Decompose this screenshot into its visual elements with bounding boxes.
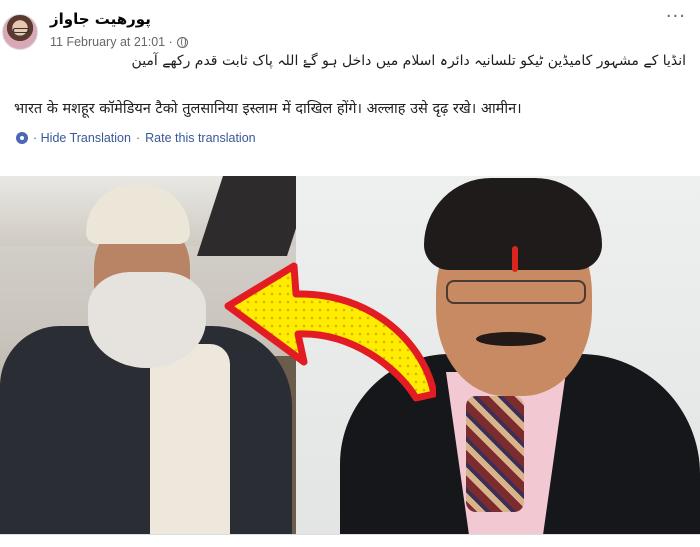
person-beard <box>88 272 206 368</box>
rate-translation-link[interactable]: Rate this translation <box>145 131 255 145</box>
hindi-translation-text: भारत के मशहूर कॉमेडियन टैको तुलसानिया इस… <box>14 101 522 117</box>
comedian-mustache <box>476 332 546 346</box>
post-timestamp[interactable]: 11 February at 21:01 · <box>50 35 173 49</box>
person-scarf <box>466 396 524 512</box>
yellow-arrow-icon <box>224 262 436 402</box>
urdu-post-text: انڈیا کے مشہور کامیڈین ٹیکو تلسانیہ دائر… <box>131 53 686 69</box>
avatar-glasses <box>13 28 29 33</box>
author-name[interactable]: پورھیت جاواز <box>50 10 151 28</box>
comedian-glasses <box>446 280 586 304</box>
globe-icon <box>176 36 188 48</box>
translation-controls: · Hide Translation · Rate this translati… <box>16 131 256 145</box>
post-divider <box>0 534 700 535</box>
forehead-tilak <box>512 246 518 272</box>
post-meta: 11 February at 21:01 · <box>50 35 188 49</box>
gear-icon <box>16 132 28 144</box>
translation-separator: · <box>135 131 141 145</box>
author-avatar[interactable] <box>2 14 38 50</box>
facebook-post: پورھیت جاواز 11 February at 21:01 · ··· … <box>0 0 700 547</box>
post-photo[interactable] <box>0 176 700 534</box>
hide-translation-link[interactable]: · Hide Translation <box>33 131 131 145</box>
person-kurta <box>150 344 230 534</box>
more-options-icon[interactable]: ··· <box>666 6 686 27</box>
